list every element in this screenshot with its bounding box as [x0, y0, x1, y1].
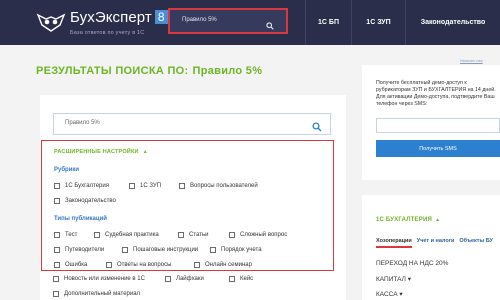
- logo-name: БухЭксперт: [70, 9, 152, 26]
- checkbox-icon: [122, 247, 128, 253]
- list-item[interactable]: КАПИТАЛ ▾: [376, 275, 448, 290]
- checkbox-label: Кейс: [240, 276, 254, 282]
- checkbox-icon: [178, 232, 184, 238]
- checkbox-label: Пошаговые инструкции: [133, 247, 199, 253]
- checkbox-label: Порядок учета: [221, 247, 262, 253]
- search-icon[interactable]: [312, 119, 322, 137]
- checkbox-icon: [54, 262, 60, 268]
- rubric-checkbox[interactable]: 1С Бухгалтерия: [54, 183, 109, 189]
- types-label: Типы публикаций: [54, 216, 107, 222]
- type-checkbox[interactable]: Сложный вопрос: [229, 232, 287, 238]
- top-header: БухЭксперт 8 База ответов по учету в 1С П…: [0, 0, 500, 45]
- advanced-settings-toggle[interactable]: РАСШИРЕННЫЕ НАСТРОЙКИ ▲: [54, 149, 148, 155]
- rubric-checkbox[interactable]: 1С ЗУП: [129, 183, 161, 189]
- accounting-rubricator: 1С БУХГАЛТЕРИЯ ▲ Хозоперации Учет и налог…: [362, 195, 500, 300]
- checkbox-label: Лайфхаки: [176, 276, 204, 282]
- logo-tagline: База ответов по учету в 1С: [70, 30, 145, 36]
- checkbox-label: Дополнительный материал: [64, 291, 141, 297]
- nav-item-1c-zup[interactable]: 1С ЗУП: [351, 0, 405, 45]
- rubric-checkbox[interactable]: Вопросы пользователей: [179, 183, 258, 189]
- header-search-value: Правило 5%: [182, 17, 217, 23]
- type-checkbox[interactable]: Порядок учета: [210, 247, 262, 253]
- list-item[interactable]: КАССА ▾: [376, 290, 448, 300]
- list-item[interactable]: ПЕРЕХОД НА НДС 20%: [376, 260, 448, 275]
- checkbox-label: Статьи: [189, 232, 209, 238]
- checkbox-icon: [54, 232, 60, 238]
- checkbox-icon: [94, 232, 100, 238]
- search-input[interactable]: Правило 5%: [53, 113, 331, 135]
- type-checkbox[interactable]: Онлайн семинар: [194, 262, 252, 268]
- type-checkbox[interactable]: Статьи: [178, 232, 208, 238]
- rubrics-label: Рубрики: [54, 167, 80, 173]
- checkbox-label: Судебная практика: [105, 232, 159, 238]
- rubricator-tabs: Хозоперации Учет и налоги Объекты БУ: [376, 238, 498, 248]
- type-checkbox[interactable]: Путеводители: [54, 247, 104, 253]
- tab-business-operations[interactable]: Хозоперации: [376, 238, 412, 248]
- type-checkbox[interactable]: Тест: [54, 232, 77, 238]
- type-checkbox[interactable]: Ответы на вопросы: [106, 262, 171, 268]
- site-logo[interactable]: БухЭксперт 8 База ответов по учету в 1С: [36, 9, 168, 36]
- checkbox-icon: [53, 291, 59, 297]
- promo-text: Получите бесплатный демо-доступ к рубрик…: [376, 80, 496, 107]
- results-query: Правило 5%: [192, 65, 263, 77]
- phone-input[interactable]: [376, 118, 500, 133]
- checkbox-icon: [54, 198, 60, 204]
- rubricator-list: ПЕРЕХОД НА НДС 20% КАПИТАЛ ▾ КАССА ▾: [376, 260, 448, 300]
- checkbox-label: Ошибка: [65, 262, 88, 268]
- checkbox-label: Законодательство: [65, 198, 116, 204]
- checkbox-icon: [229, 232, 235, 238]
- checkbox-label: Сложный вопрос: [240, 232, 288, 238]
- nav-item-legislation[interactable]: Законодательство: [405, 0, 500, 45]
- write-to-us-link[interactable]: Написать нам: [460, 59, 483, 63]
- checkbox-icon: [54, 183, 60, 189]
- checkbox-label: 1С Бухгалтерия: [65, 183, 109, 189]
- owl-logo-icon: [36, 11, 66, 33]
- search-icon[interactable]: [266, 17, 274, 35]
- checkbox-label: Новость или изменение в 1С: [64, 276, 145, 282]
- tab-accounting-objects[interactable]: Объекты БУ: [459, 238, 493, 248]
- results-prefix: РЕЗУЛЬТАТЫ ПОИСКА ПО:: [36, 65, 189, 77]
- checkbox-label: Тест: [65, 232, 78, 238]
- header-search-input[interactable]: Правило 5%: [168, 8, 288, 34]
- checkbox-icon: [129, 183, 135, 189]
- type-checkbox[interactable]: Ошибка: [54, 262, 87, 268]
- checkbox-icon: [54, 247, 60, 253]
- rubricator-title-text: 1С БУХГАЛТЕРИЯ: [376, 217, 432, 223]
- demo-access-widget: Получите бесплатный демо-доступ к рубрик…: [362, 65, 500, 180]
- checkbox-icon: [106, 262, 112, 268]
- checkbox-label: Онлайн семинар: [205, 262, 252, 268]
- checkbox-label: Ответы на вопросы: [117, 262, 172, 268]
- checkbox-icon: [210, 247, 216, 253]
- type-checkbox[interactable]: Кейс: [229, 276, 253, 282]
- checkbox-label: Вопросы пользователей: [190, 183, 258, 189]
- logo-badge: 8: [154, 10, 168, 24]
- advanced-settings: РАСШИРЕННЫЕ НАСТРОЙКИ ▲ Рубрики 1С Бухгал…: [41, 140, 334, 271]
- chevron-up-icon: ▲: [434, 217, 441, 223]
- checkbox-icon: [53, 276, 59, 282]
- checkbox-icon: [165, 276, 171, 282]
- checkbox-icon: [194, 262, 200, 268]
- nav-item-1c-bp[interactable]: 1С БП: [305, 0, 351, 45]
- rubricator-title[interactable]: 1С БУХГАЛТЕРИЯ ▲: [376, 217, 440, 223]
- checkbox-icon: [229, 276, 235, 282]
- type-checkbox[interactable]: Новость или изменение в 1С: [53, 276, 145, 282]
- checkbox-label: 1С ЗУП: [140, 183, 162, 189]
- type-checkbox[interactable]: Пошаговые инструкции: [122, 247, 198, 253]
- type-checkbox[interactable]: Лайфхаки: [165, 276, 204, 282]
- checkbox-label: Путеводители: [65, 247, 105, 253]
- search-input-value: Правило 5%: [65, 120, 100, 126]
- rubric-checkbox[interactable]: Законодательство: [54, 198, 116, 204]
- chevron-up-icon: ▲: [142, 149, 148, 155]
- page-title: РЕЗУЛЬТАТЫ ПОИСКА ПО: Правило 5%: [36, 65, 262, 77]
- type-checkbox[interactable]: Дополнительный материал: [53, 291, 140, 297]
- get-sms-button[interactable]: Получить SMS: [376, 140, 500, 157]
- checkbox-icon: [179, 183, 185, 189]
- tab-accounting-taxes[interactable]: Учет и налоги: [417, 238, 455, 248]
- advanced-settings-title: РАСШИРЕННЫЕ НАСТРОЙКИ: [54, 149, 139, 155]
- type-checkbox[interactable]: Судебная практика: [94, 232, 159, 238]
